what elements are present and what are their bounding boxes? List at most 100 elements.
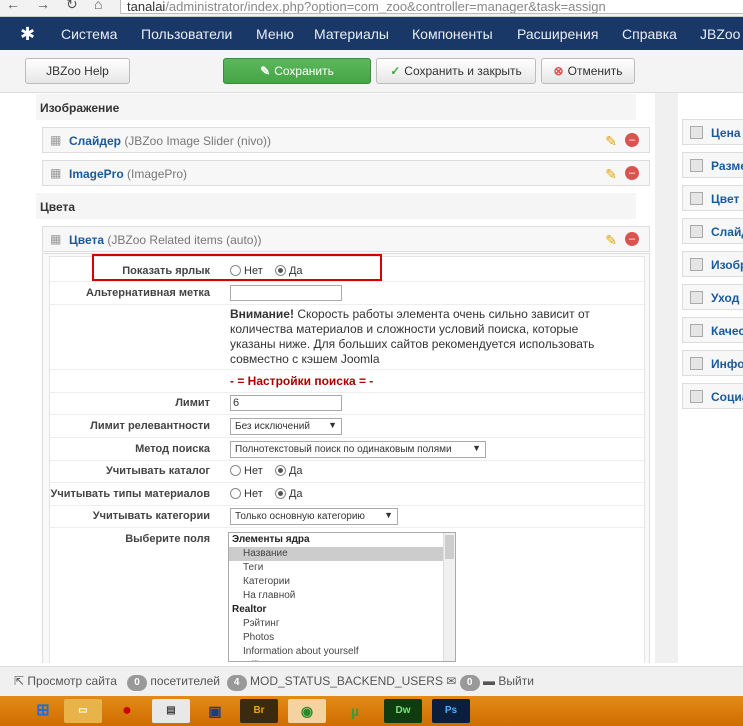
joomla-logo-icon[interactable]: ✱: [20, 24, 40, 44]
radio-yes[interactable]: [274, 465, 286, 476]
element-subtitle: (JBZoo Related items (auto)): [107, 233, 262, 247]
limit-input[interactable]: 6: [230, 395, 342, 411]
available-element-item[interactable]: Цена: [682, 119, 743, 145]
bridge-label: Br: [253, 705, 265, 716]
windows-start-icon[interactable]: ⊞: [24, 699, 62, 723]
listbox-option[interactable]: На главной: [229, 589, 455, 603]
floppy-icon[interactable]: ▣: [196, 699, 234, 723]
menu-item-jbzoo[interactable]: JBZoo: [700, 26, 740, 42]
dreamweaver-label: Dw: [395, 705, 411, 716]
cancel-button[interactable]: ⊗ Отменить: [541, 58, 635, 84]
save-label: Сохранить: [274, 64, 334, 78]
search-method-label: Метод поиска: [135, 443, 210, 455]
listbox-option[interactable]: Категории: [229, 575, 455, 589]
row-divider: [50, 369, 646, 370]
view-site-link[interactable]: Просмотр сайта: [27, 674, 117, 688]
delete-icon[interactable]: –: [625, 166, 639, 180]
element-row-imagepro[interactable]: ▦ ImagePro (ImagePro) ✎ –: [42, 160, 650, 186]
alt-label-input[interactable]: [230, 285, 342, 301]
main-scrollbar[interactable]: [655, 93, 678, 663]
home-icon[interactable]: ⌂: [94, 0, 102, 12]
menu-item-help[interactable]: Справка: [622, 26, 677, 42]
listbox-option[interactable]: Теги: [229, 561, 455, 575]
relevance-select[interactable]: Без исключений ▼: [230, 418, 342, 435]
relevance-label: Лимит релевантности: [90, 420, 210, 432]
menu-item-components[interactable]: Компоненты: [412, 26, 493, 42]
available-element-item[interactable]: Слайд: [682, 218, 743, 244]
performance-warning: Внимание! Скорость работы элемента очень…: [230, 307, 620, 367]
visitors-badge: 0: [126, 675, 147, 691]
element-row-colors[interactable]: ▦ Цвета (JBZoo Related items (auto)) ✎ –: [42, 226, 650, 252]
element-title[interactable]: Слайдер: [69, 134, 121, 148]
utorrent-icon[interactable]: µ: [336, 699, 374, 723]
menu-item-content[interactable]: Материалы: [314, 26, 389, 42]
photoshop-icon[interactable]: Ps: [432, 699, 470, 723]
edit-pencil-icon[interactable]: ✎: [605, 232, 617, 249]
element-title[interactable]: Цвета: [69, 233, 104, 247]
status-bar: ⇱ Просмотр сайта 0 посетителей 4 MOD_STA…: [0, 666, 743, 696]
scrollbar-thumb[interactable]: [445, 535, 454, 559]
forward-icon[interactable]: →: [36, 0, 50, 12]
jbzoo-help-button[interactable]: JBZoo Help: [25, 58, 130, 84]
save-close-button[interactable]: ✓ Сохранить и закрыть: [376, 58, 536, 84]
logout-link[interactable]: Выйти: [498, 674, 534, 688]
cancel-icon: ⊗: [553, 64, 564, 78]
menu-item-system[interactable]: Система: [61, 26, 117, 42]
edit-pencil-icon[interactable]: ✎: [605, 133, 617, 150]
types-label: Учитывать типы материалов: [50, 488, 211, 500]
address-bar[interactable]: tanalai/administrator/index.php?option=c…: [120, 0, 743, 14]
edit-pencil-icon[interactable]: ✎: [605, 166, 617, 183]
available-element-item[interactable]: Инфо: [682, 350, 743, 376]
app-icon-2[interactable]: ▤: [152, 699, 190, 723]
row-divider: [50, 414, 646, 415]
available-element-label: Изобр: [711, 258, 743, 272]
radio-yes[interactable]: [274, 488, 286, 499]
available-element-item[interactable]: Уход: [682, 284, 743, 310]
listbox-option[interactable]: Название: [229, 547, 455, 561]
radio-no[interactable]: [230, 488, 241, 499]
radio-no[interactable]: [230, 465, 241, 476]
search-method-select[interactable]: Полнотекстовый поиск по одинаковым полям…: [230, 441, 486, 458]
search-settings-header: - = Настройки поиска = -: [230, 374, 374, 388]
element-cube-icon: [690, 291, 703, 304]
drag-handle-icon[interactable]: ▦: [50, 134, 62, 146]
reload-icon[interactable]: ↻: [66, 0, 78, 13]
element-cube-icon: [690, 159, 703, 172]
drag-handle-icon[interactable]: ▦: [50, 233, 62, 245]
drag-handle-icon[interactable]: ▦: [50, 167, 62, 179]
fields-listbox[interactable]: Элементы ядра Название Теги Категории На гла…: [228, 532, 456, 662]
delete-icon[interactable]: –: [625, 133, 639, 147]
dreamweaver-icon[interactable]: Dw: [384, 699, 422, 723]
app-icon[interactable]: ●: [108, 699, 146, 723]
available-element-label: Разме: [711, 159, 743, 173]
mail-icon: ✉: [446, 674, 457, 688]
listbox-scrollbar[interactable]: [443, 533, 455, 661]
menu-item-users[interactable]: Пользователи: [141, 26, 232, 42]
radio-yes-label: Да: [288, 465, 303, 477]
element-cube-icon: [690, 357, 703, 370]
element-cube-icon: [690, 390, 703, 403]
listbox-option[interactable]: Photos: [229, 631, 455, 645]
bridge-icon[interactable]: Br: [240, 699, 278, 723]
available-element-item[interactable]: Качес: [682, 317, 743, 343]
element-title[interactable]: ImagePro: [69, 167, 124, 181]
available-element-label: Социа: [711, 390, 743, 404]
back-icon[interactable]: ←: [6, 0, 20, 12]
menu-item-menu[interactable]: Меню: [256, 26, 294, 42]
listbox-group: Realtor: [232, 604, 267, 615]
explorer-icon[interactable]: ▭: [64, 699, 102, 723]
listbox-option[interactable]: Office: [229, 659, 455, 661]
save-button[interactable]: ✎ Сохранить: [223, 58, 371, 84]
available-element-item[interactable]: Разме: [682, 152, 743, 178]
listbox-option[interactable]: Рэйтинг: [229, 617, 455, 631]
menu-item-extensions[interactable]: Расширения: [517, 26, 598, 42]
section-image-title: Изображение: [36, 94, 636, 120]
listbox-option[interactable]: Information about yourself: [229, 645, 455, 659]
available-element-item[interactable]: Цвет: [682, 185, 743, 211]
element-row-slider[interactable]: ▦ Слайдер (JBZoo Image Slider (nivo)) ✎ …: [42, 127, 650, 153]
available-element-item[interactable]: Социа: [682, 383, 743, 409]
available-element-item[interactable]: Изобр: [682, 251, 743, 277]
categories-select[interactable]: Только основную категорию ▼: [230, 508, 398, 525]
chrome-icon[interactable]: ◉: [288, 699, 326, 723]
delete-icon[interactable]: –: [625, 232, 639, 246]
